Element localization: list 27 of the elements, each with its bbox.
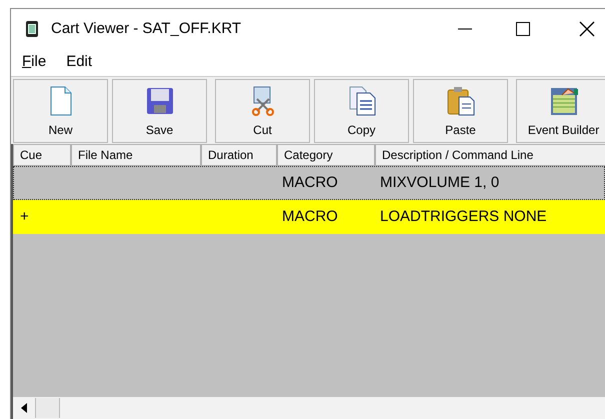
- menu-item[interactable]: Edit: [66, 51, 92, 74]
- toolbar-button[interactable]: Copy: [314, 78, 409, 142]
- table-cell: MACRO: [282, 174, 338, 191]
- column-header[interactable]: Duration: [201, 144, 277, 166]
- table-cell: MIXVOLUME 1, 0: [380, 174, 500, 191]
- toolbar-button[interactable]: Paste: [413, 78, 508, 142]
- table-row[interactable]: + MACRO LOADTRIGGERS NONE: [13, 200, 605, 234]
- app-icon: [25, 20, 39, 38]
- column-header[interactable]: File Name: [71, 144, 201, 166]
- close-icon[interactable]: [579, 21, 595, 37]
- table-cell: MACRO: [282, 208, 338, 225]
- table-cell: +: [20, 208, 29, 225]
- menu-item[interactable]: File: [22, 51, 46, 74]
- column-header[interactable]: Cue: [13, 144, 71, 166]
- toolbar-button[interactable]: New: [13, 78, 108, 142]
- scrollbar-thumb[interactable]: [35, 398, 60, 418]
- toolbar-button[interactable]: Save: [112, 78, 207, 142]
- column-header[interactable]: Description / Command Line: [375, 144, 605, 166]
- clipboard-icon: [444, 84, 476, 116]
- table-cell: LOADTRIGGERS NONE: [380, 208, 547, 225]
- window-title: Cart Viewer - SAT_OFF.KRT: [51, 18, 242, 39]
- toolbar-button[interactable]: Cut: [215, 78, 310, 142]
- scroll-left-icon[interactable]: [21, 403, 27, 413]
- table-row[interactable]: MACRO MIXVOLUME 1, 0: [13, 166, 605, 200]
- column-header[interactable]: Category: [277, 144, 375, 166]
- toolbar-button[interactable]: Event Builder: [516, 78, 605, 142]
- maximize-icon[interactable]: [515, 21, 531, 37]
